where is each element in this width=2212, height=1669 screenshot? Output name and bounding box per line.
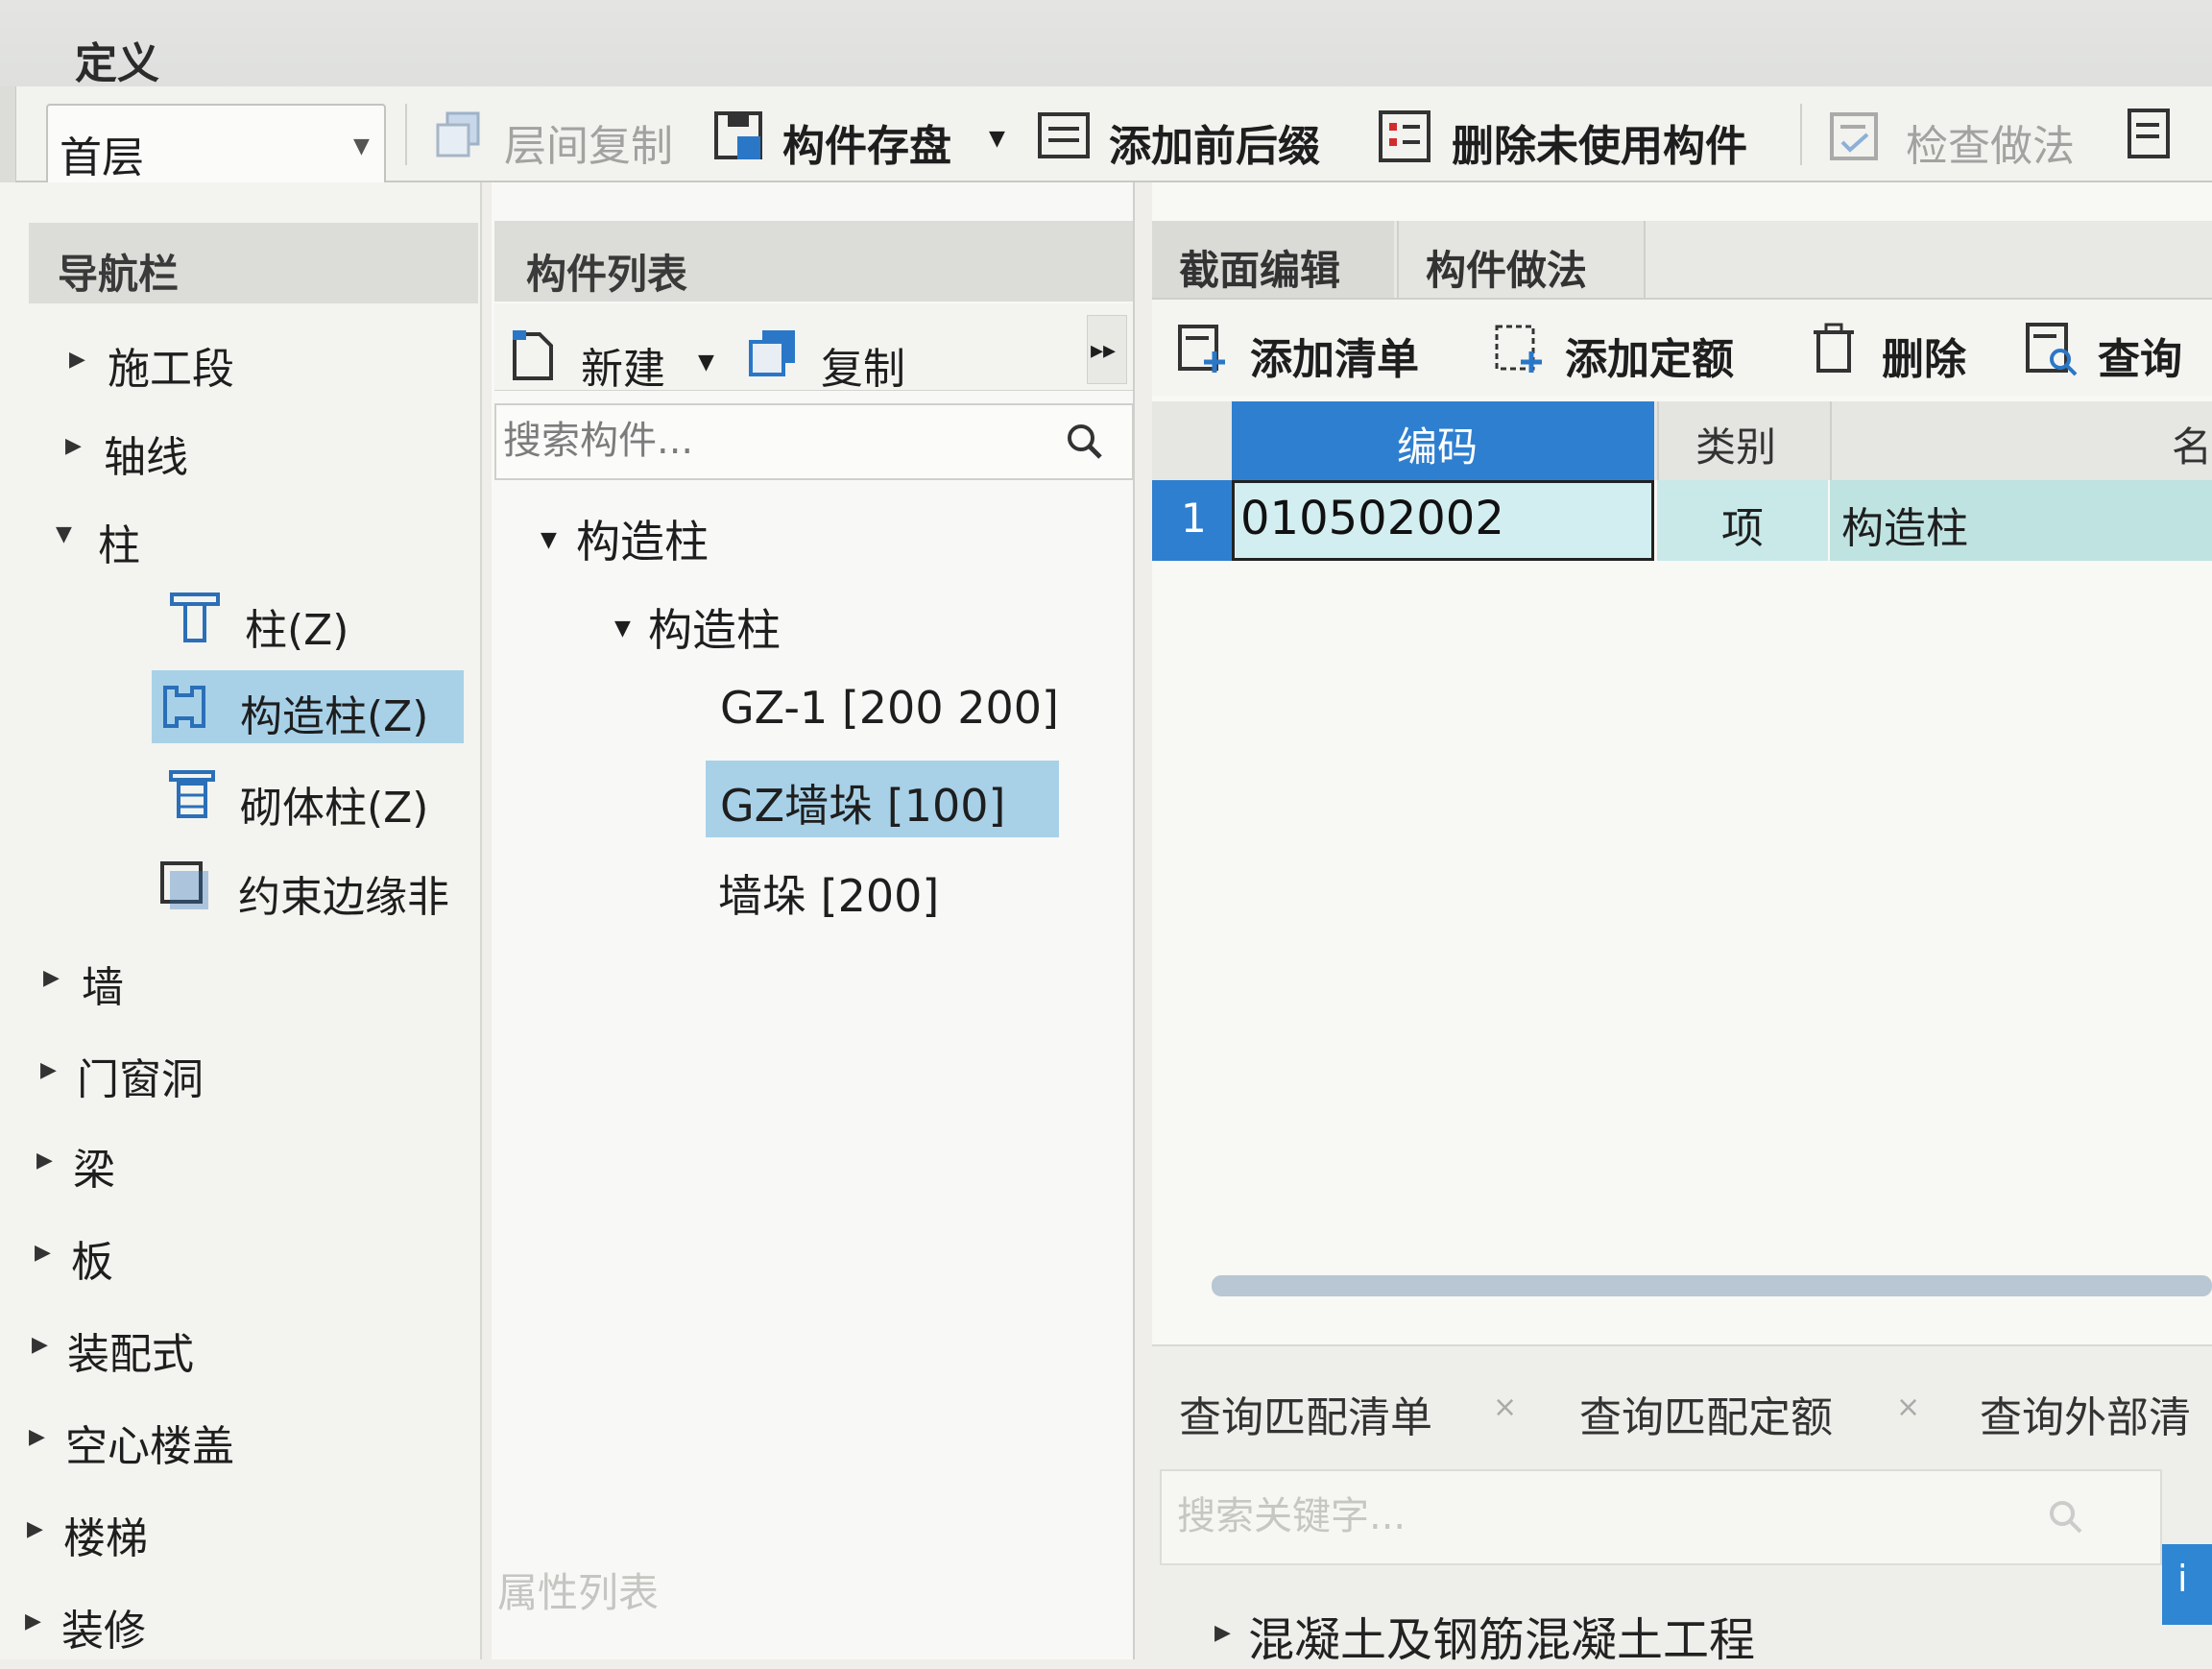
properties-title: 属性列表: [497, 1569, 660, 1616]
structural-column-icon: [156, 678, 213, 736]
search-icon[interactable]: [2047, 1498, 2085, 1536]
navigation-title: 导航栏: [58, 251, 180, 298]
tab-query-matching-bill[interactable]: 查询匹配清单: [1179, 1383, 1432, 1444]
component-list-title: 构件列表: [526, 251, 688, 298]
query-button[interactable]: 查询: [2098, 325, 2182, 386]
new-file-icon: [509, 328, 559, 382]
nav-item-edge-constraint[interactable]: 约束边缘非: [238, 862, 449, 924]
trash-icon: [1810, 321, 1858, 376]
nav-item-slab[interactable]: 板: [71, 1227, 113, 1289]
chevron-down-icon[interactable]: ▼: [989, 127, 1005, 151]
nav-item-construction-section[interactable]: 施工段: [108, 334, 234, 396]
keyword-search-input[interactable]: [1175, 1487, 2043, 1546]
expand-arrow-icon[interactable]: ▶: [27, 1517, 43, 1541]
nav-item-prefab[interactable]: 装配式: [67, 1319, 194, 1381]
edge-constraint-icon: [158, 859, 212, 913]
nav-item-openings[interactable]: 门窗洞: [77, 1045, 204, 1106]
copy-floors-button[interactable]: 层间复制: [504, 111, 673, 173]
expand-arrow-icon[interactable]: ▶: [1214, 1621, 1231, 1645]
tab-section-edit-label: 截面编辑: [1179, 247, 1341, 294]
nav-item-column[interactable]: 柱: [98, 511, 140, 572]
close-icon[interactable]: ×: [1896, 1391, 1920, 1424]
add-affix-button[interactable]: 添加前后缀: [1109, 111, 1320, 173]
row-number: 1: [1181, 495, 1207, 542]
copy-component-button[interactable]: 复制: [821, 334, 905, 396]
nav-item-hollow-floor[interactable]: 空心楼盖: [65, 1412, 234, 1473]
collapse-arrow-icon[interactable]: ▼: [541, 528, 557, 552]
tab-component-method-label: 构件做法: [1426, 247, 1588, 294]
check-method-icon: [1829, 111, 1883, 161]
add-affix-icon: [1037, 111, 1091, 159]
tree-item-gz-wall-pier[interactable]: GZ墙垛 [100]: [720, 771, 1005, 834]
expand-arrow-icon[interactable]: ▶: [40, 1058, 57, 1082]
expand-arrow-icon[interactable]: ▶: [25, 1609, 41, 1633]
toolbar-separator: [1800, 104, 1802, 165]
nav-item-column-z[interactable]: 柱(Z): [245, 595, 349, 657]
tree-subgroup-structural-column[interactable]: 构造柱: [648, 595, 781, 659]
code-value: 010502002: [1240, 492, 1504, 545]
chevron-down-icon[interactable]: ▼: [698, 351, 714, 375]
nav-item-structural-column[interactable]: 构造柱(Z): [240, 682, 428, 743]
document-icon[interactable]: [2127, 108, 2175, 161]
tab-query-external-bill[interactable]: 查询外部清: [1980, 1383, 2191, 1444]
nav-item-beam[interactable]: 梁: [73, 1135, 115, 1197]
copy-floors-icon: [434, 109, 484, 159]
nav-item-axis[interactable]: 轴线: [104, 423, 188, 484]
nav-item-masonry-column[interactable]: 砌体柱(Z): [240, 773, 428, 834]
delete-button[interactable]: 删除: [1882, 325, 1966, 386]
chevron-down-icon: ▼: [353, 134, 370, 158]
expand-arrow-icon[interactable]: ▶: [36, 1149, 53, 1173]
expand-arrow-icon[interactable]: ▶: [43, 966, 60, 990]
floor-select-value: 首层: [60, 133, 144, 182]
name-value: 构造柱: [1841, 504, 1968, 553]
column-header-type-label: 类别: [1695, 423, 1777, 471]
search-icon[interactable]: [1064, 421, 1106, 463]
type-value: 项: [1721, 504, 1764, 553]
expand-arrow-icon[interactable]: ▶: [65, 434, 82, 458]
check-method-button[interactable]: 检查做法: [1906, 111, 2075, 173]
collapse-arrow-icon[interactable]: ▼: [614, 617, 631, 641]
close-icon[interactable]: ×: [1493, 1391, 1517, 1424]
copy-icon: [747, 327, 801, 380]
add-bill-button[interactable]: 添加清单: [1250, 325, 1419, 386]
query-icon: [2024, 321, 2080, 376]
save-component-button[interactable]: 构件存盘: [782, 111, 951, 173]
info-icon: i: [2177, 1558, 2188, 1600]
delete-unused-button[interactable]: 删除未使用构件: [1452, 111, 1747, 173]
expand-arrow-icon[interactable]: ▶: [32, 1333, 48, 1357]
column-icon: [168, 591, 222, 644]
component-search-input[interactable]: [501, 411, 1043, 471]
add-quota-button[interactable]: 添加定额: [1565, 325, 1734, 386]
tab-query-matching-quota[interactable]: 查询匹配定额: [1579, 1383, 1833, 1444]
more-tools-label: ▸▸: [1091, 336, 1117, 365]
new-component-button[interactable]: 新建: [581, 334, 665, 396]
column-header-code-label: 编码: [1397, 423, 1479, 471]
horizontal-scrollbar[interactable]: [1212, 1275, 2212, 1296]
nav-item-decoration[interactable]: 装修: [61, 1596, 146, 1657]
masonry-column-icon: [165, 768, 219, 822]
add-bill-icon: [1176, 323, 1230, 376]
nav-item-wall[interactable]: 墙: [82, 953, 124, 1014]
tree-item-gz1[interactable]: GZ-1 [200 200]: [720, 682, 1059, 734]
tree-group-structural-column[interactable]: 构造柱: [576, 507, 709, 570]
expand-arrow-icon[interactable]: ▶: [29, 1425, 45, 1449]
save-component-icon: [712, 109, 766, 163]
expand-arrow-icon[interactable]: ▶: [69, 348, 85, 372]
title-bar: [0, 0, 2212, 87]
toolbar-separator: [405, 104, 407, 165]
add-quota-icon: [1493, 323, 1547, 376]
delete-unused-icon: [1378, 109, 1431, 163]
tree-item-wall-pier[interactable]: 墙垛 [200]: [718, 861, 939, 925]
expand-arrow-icon[interactable]: ▶: [35, 1241, 51, 1265]
column-header-name-label: 名: [2172, 423, 2212, 471]
nav-item-stairs[interactable]: 楼梯: [63, 1504, 148, 1565]
window-title: 定义: [75, 39, 159, 88]
collapse-arrow-icon[interactable]: ▼: [56, 522, 72, 546]
